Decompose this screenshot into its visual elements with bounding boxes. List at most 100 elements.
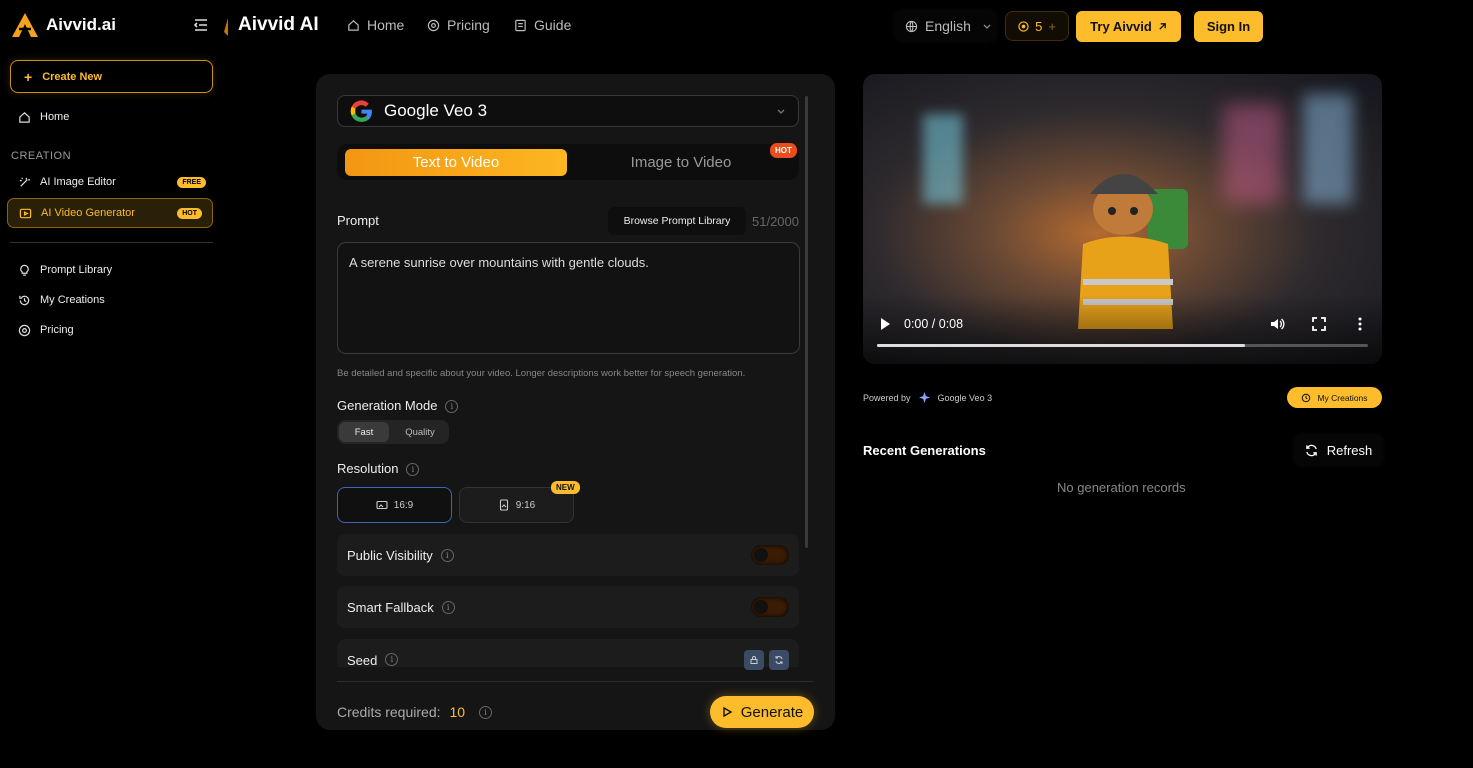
info-icon[interactable]: i xyxy=(479,705,493,719)
sidebar-item-ai-image-editor[interactable]: AI Image Editor FREE xyxy=(10,168,216,196)
free-badge: FREE xyxy=(177,176,206,188)
refresh-button[interactable]: Refresh xyxy=(1295,435,1382,465)
plus-icon: + xyxy=(1048,18,1056,34)
home-icon xyxy=(19,111,30,123)
chevron-down-icon xyxy=(983,24,991,29)
info-icon[interactable]: i xyxy=(406,463,420,477)
sidebar-item-home[interactable]: Home xyxy=(10,103,216,131)
coin-icon xyxy=(1018,20,1029,32)
topnav-home[interactable]: Home xyxy=(347,17,404,33)
info-icon[interactable]: i xyxy=(385,653,399,666)
generate-label: Generate xyxy=(740,703,804,721)
generate-button[interactable]: Generate xyxy=(710,696,814,728)
brand-text: Aivvid AI xyxy=(238,14,319,35)
lock-icon[interactable] xyxy=(744,650,764,670)
smart-fallback-toggle[interactable] xyxy=(751,597,789,617)
sidebar: Aivvid.ai + Create New Home CREATION AI … xyxy=(0,0,224,768)
seed-row: Seed i xyxy=(337,639,799,670)
create-new-button[interactable]: + Create New xyxy=(10,60,213,93)
sidebar-item-prompt-library[interactable]: Prompt Library xyxy=(10,256,216,284)
volume-icon[interactable] xyxy=(1269,316,1285,332)
try-aivvid-button[interactable]: Try Aivvid xyxy=(1076,11,1181,42)
sidebar-item-label: AI Video Generator xyxy=(41,207,135,219)
credits-required: Credits required: 10 i xyxy=(337,704,493,720)
resolution-text: Resolution xyxy=(337,461,399,476)
magic-wand-icon xyxy=(19,176,31,187)
video-progress-bar[interactable] xyxy=(877,344,1368,347)
sidebar-divider xyxy=(10,242,213,243)
fullscreen-icon[interactable] xyxy=(1311,316,1327,332)
topnav-label: Home xyxy=(367,17,405,33)
credits-required-label: Credits required: xyxy=(337,704,441,720)
sidebar-item-ai-video-generator[interactable]: AI Video Generator HOT xyxy=(7,198,213,228)
logo[interactable]: Aivvid.ai xyxy=(11,12,116,38)
pricing-icon xyxy=(427,19,440,31)
model-value: Google Veo 3 xyxy=(384,101,488,120)
refresh-label: Refresh xyxy=(1326,442,1373,458)
resolution-16-9-option[interactable]: 16:9 xyxy=(337,487,452,523)
resolution-9-16-label: 9:16 xyxy=(515,499,536,511)
video-time: 0:00 / 0:08 xyxy=(904,317,964,331)
mode-tabs: Text to Video Image to Video xyxy=(337,144,799,180)
footer-divider xyxy=(337,681,814,682)
model-select[interactable]: Google Veo 3 xyxy=(337,95,799,127)
smart-fallback-label: Smart Fallback xyxy=(347,599,434,615)
public-visibility-toggle[interactable] xyxy=(751,545,789,565)
mode-quality-option[interactable]: Quality xyxy=(395,422,445,442)
my-creations-button[interactable]: My Creations xyxy=(1287,387,1382,408)
brand[interactable]: Aivvid AI xyxy=(222,14,319,36)
seed-label: Seed xyxy=(347,653,378,668)
prompt-label: Prompt xyxy=(337,213,379,228)
sidebar-item-label: Home xyxy=(40,111,70,123)
info-icon[interactable]: i xyxy=(440,548,454,562)
prompt-textarea[interactable]: A serene sunrise over mountains with gen… xyxy=(337,242,800,354)
powered-model: Google Veo 3 xyxy=(937,392,993,403)
brand-flame-icon xyxy=(224,18,228,36)
external-arrow-icon xyxy=(1159,23,1166,30)
smart-fallback-row: Smart Fallback i xyxy=(337,586,799,628)
random-seed-icon[interactable] xyxy=(769,650,789,670)
public-visibility-label: Public Visibility xyxy=(347,547,433,563)
info-icon[interactable]: i xyxy=(441,600,455,614)
topnav-label: Pricing xyxy=(447,17,490,33)
credits-pill[interactable]: 5 + xyxy=(1005,11,1069,41)
plus-icon: + xyxy=(24,68,33,85)
browse-prompt-library-button[interactable]: Browse Prompt Library xyxy=(608,207,746,235)
mode-fast-option[interactable]: Fast xyxy=(339,422,389,442)
panel-scrollbar[interactable] xyxy=(805,96,808,548)
language-select[interactable]: English xyxy=(895,11,996,41)
section-creation-label: CREATION xyxy=(11,150,72,162)
credits-required-value: 10 xyxy=(449,704,466,720)
history-icon xyxy=(1302,393,1311,402)
video-icon xyxy=(19,208,32,218)
more-options-icon[interactable] xyxy=(1352,316,1368,332)
hot-badge: HOT xyxy=(770,143,797,158)
topnav-label: Guide xyxy=(534,17,572,33)
prompt-hint: Be detailed and specific about your vide… xyxy=(337,368,746,379)
powered-by-label: Powered by xyxy=(863,392,911,403)
home-icon xyxy=(348,19,359,31)
topnav-pricing[interactable]: Pricing xyxy=(427,17,490,33)
info-icon[interactable]: i xyxy=(445,400,459,414)
topnav-guide[interactable]: Guide xyxy=(514,17,571,33)
video-player[interactable]: 0:00 / 0:08 xyxy=(863,74,1382,364)
google-logo-icon xyxy=(350,99,372,122)
portrait-icon xyxy=(499,499,508,511)
tab-image-to-video[interactable]: Image to Video xyxy=(571,149,791,176)
my-creations-label: My Creations xyxy=(1317,392,1368,403)
resolution-16-9-label: 16:9 xyxy=(393,499,414,511)
generator-panel: Google Veo 3 Text to Video Image to Vide… xyxy=(316,74,835,730)
play-icon[interactable] xyxy=(879,317,891,331)
chevron-down-icon xyxy=(777,109,785,114)
play-icon xyxy=(723,706,733,718)
globe-icon xyxy=(905,20,918,32)
sidebar-item-my-creations[interactable]: My Creations xyxy=(10,286,216,314)
recent-generations-title: Recent Generations xyxy=(863,443,986,458)
collapse-sidebar-icon[interactable] xyxy=(192,16,210,34)
sign-in-button[interactable]: Sign In xyxy=(1194,11,1263,42)
tab-text-to-video[interactable]: Text to Video xyxy=(345,149,567,176)
logo-text: Aivvid.ai xyxy=(46,15,116,34)
sidebar-item-pricing[interactable]: Pricing xyxy=(10,316,216,344)
neon-sign xyxy=(923,114,963,204)
generation-mode-toggle: Fast Quality xyxy=(337,420,449,444)
